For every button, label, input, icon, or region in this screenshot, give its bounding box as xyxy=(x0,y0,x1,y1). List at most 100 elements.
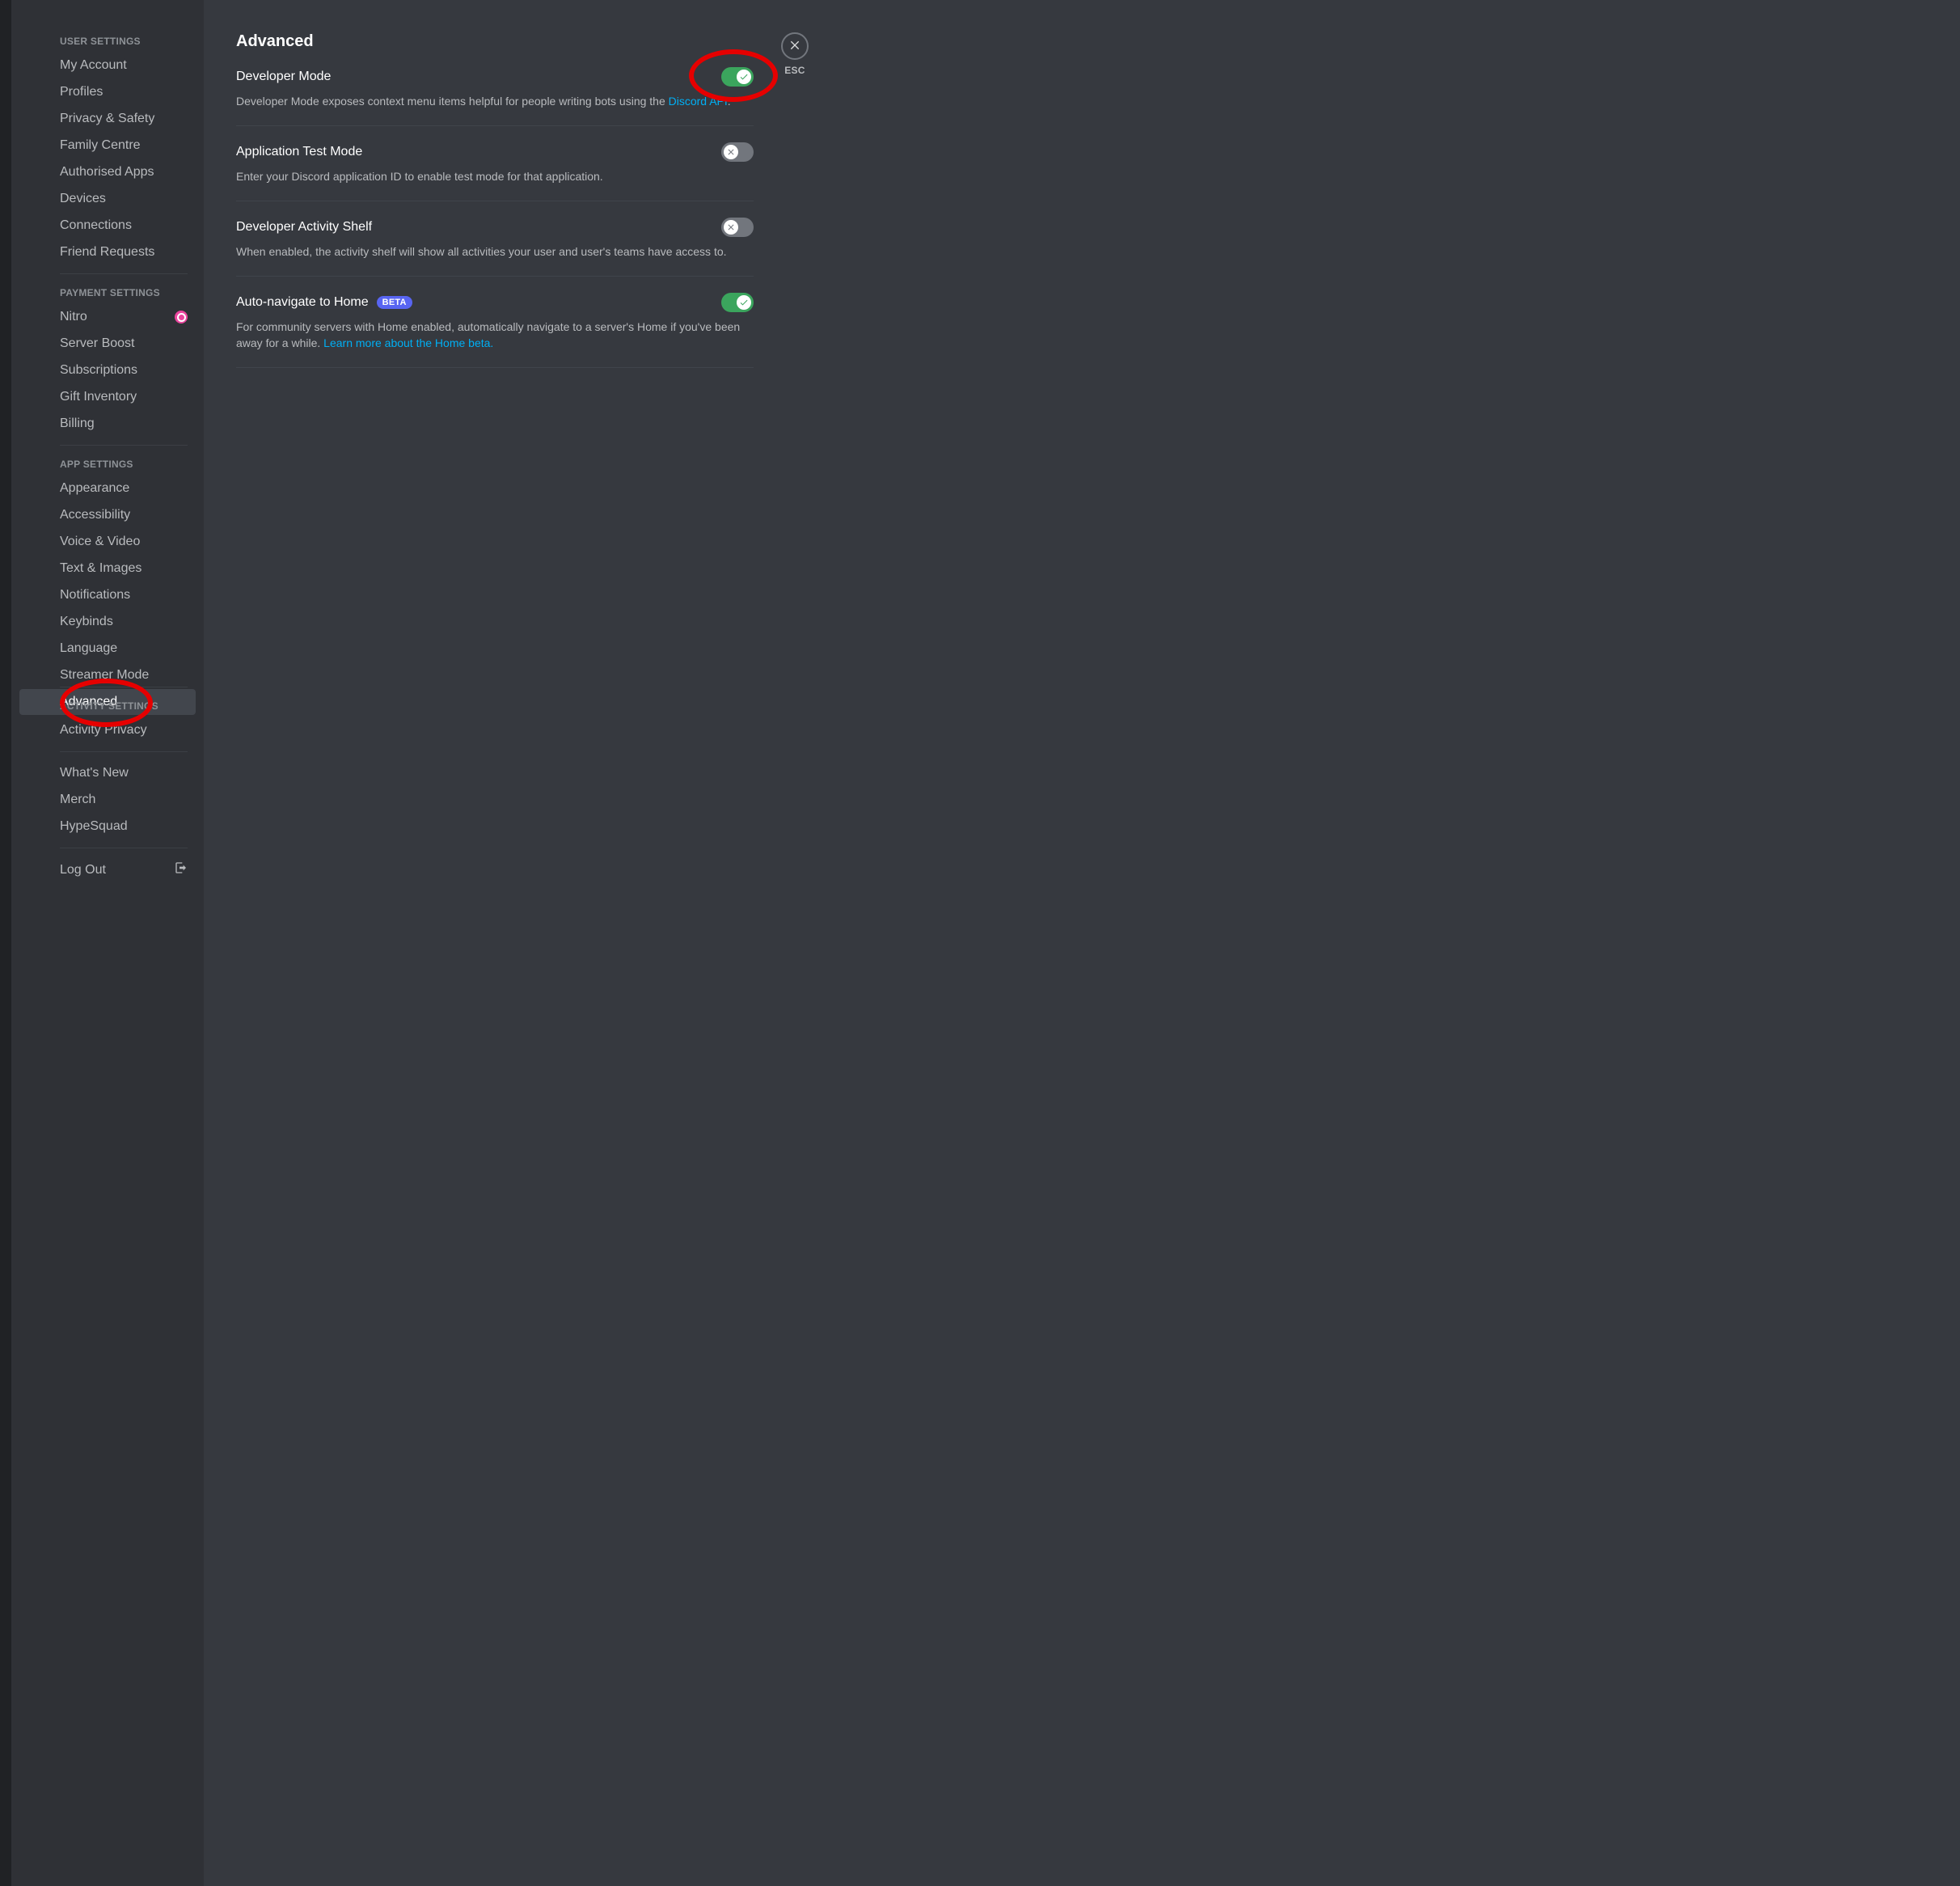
sidebar-item-text-images[interactable]: Text & Images xyxy=(19,556,196,581)
setting-row: Application Test Mode xyxy=(236,142,754,162)
sidebar-item-label: Subscriptions xyxy=(60,362,137,378)
setting-desc-link[interactable]: Learn more about the Home beta. xyxy=(323,336,493,349)
setting-label: Auto-navigate to Home BETA xyxy=(236,295,412,310)
sidebar-item-merch[interactable]: Merch xyxy=(19,787,196,813)
sidebar-item-billing[interactable]: Billing xyxy=(19,411,196,437)
sidebar-item-accessibility[interactable]: Accessibility xyxy=(19,502,196,528)
sidebar-item-language[interactable]: Language xyxy=(19,636,196,662)
toggle-thumb xyxy=(737,70,751,84)
sidebar-item-privacy-safety[interactable]: Privacy & Safety xyxy=(19,106,196,132)
setting-app_test_mode: Application Test Mode Enter your Discord … xyxy=(236,142,754,201)
sidebar-item-log-out[interactable]: Log Out xyxy=(19,856,196,884)
sidebar-item-label: Profiles xyxy=(60,84,103,100)
sidebar-divider xyxy=(60,445,188,446)
sidebar-item-subscriptions[interactable]: Subscriptions xyxy=(19,357,196,383)
esc-label: ESC xyxy=(781,65,809,76)
sidebar-section-header: USER SETTINGS xyxy=(19,31,196,52)
setting-label-text: Application Test Mode xyxy=(236,145,362,159)
setting-description: When enabled, the activity shelf will sh… xyxy=(236,243,754,260)
sidebar-item-label: Accessibility xyxy=(60,507,130,523)
toggle-thumb xyxy=(737,295,751,310)
setting-desc-link[interactable]: Discord API xyxy=(669,95,728,108)
sidebar-item-authorised-apps[interactable]: Authorised Apps xyxy=(19,159,196,185)
close-button[interactable] xyxy=(781,32,809,60)
sidebar-item-label: Server Boost xyxy=(60,336,134,352)
setting-developer_mode: Developer Mode Developer Mode exposes con… xyxy=(236,67,754,126)
setting-desc-text: . xyxy=(728,95,731,108)
toggle-auto_navigate_home[interactable] xyxy=(721,293,754,312)
sidebar-item-label: Merch xyxy=(60,792,95,808)
sidebar-item-my-account[interactable]: My Account xyxy=(19,53,196,78)
sidebar-item-devices[interactable]: Devices xyxy=(19,186,196,212)
check-icon xyxy=(739,72,749,82)
sidebar-item-label: Privacy & Safety xyxy=(60,111,154,127)
sidebar-item-connections[interactable]: Connections xyxy=(19,213,196,239)
sidebar-item-label: What's New xyxy=(60,765,129,781)
sidebar-item-what-s-new[interactable]: What's New xyxy=(19,760,196,786)
sidebar-item-server-boost[interactable]: Server Boost xyxy=(19,331,196,357)
sidebar-divider xyxy=(60,273,188,274)
sidebar-section-header: APP SETTINGS xyxy=(19,454,196,475)
sidebar-item-label: Family Centre xyxy=(60,137,141,154)
beta-badge: BETA xyxy=(377,296,412,309)
sidebar-item-voice-video[interactable]: Voice & Video xyxy=(19,529,196,555)
sidebar-item-label: Notifications xyxy=(60,587,130,603)
sidebar-item-profiles[interactable]: Profiles xyxy=(19,79,196,105)
sidebar-item-notifications[interactable]: Notifications xyxy=(19,582,196,608)
setting-label: Developer Mode xyxy=(236,70,331,84)
x-icon xyxy=(726,222,736,232)
sidebar-item-appearance[interactable]: Appearance xyxy=(19,476,196,501)
settings-content: Advanced Developer Mode Developer Mode ex… xyxy=(236,32,754,1854)
sidebar-item-label: Gift Inventory xyxy=(60,389,137,405)
close-icon xyxy=(788,38,801,55)
setting-label-text: Developer Activity Shelf xyxy=(236,220,372,235)
sidebar-item-friend-requests[interactable]: Friend Requests xyxy=(19,239,196,265)
sidebar-item-streamer-mode[interactable]: Streamer Mode xyxy=(19,662,196,688)
sidebar-item-label: Language xyxy=(60,641,117,657)
setting-row: Auto-navigate to Home BETA xyxy=(236,293,754,312)
nitro-icon xyxy=(175,311,188,323)
sidebar-item-activity-privacy[interactable]: Activity Privacy xyxy=(19,717,196,743)
sidebar-item-label: Authorised Apps xyxy=(60,164,154,180)
settings-sidebar: USER SETTINGS My Account Profiles Privacy &… xyxy=(0,0,204,1886)
setting-description: Developer Mode exposes context menu item… xyxy=(236,93,754,109)
sidebar-item-label: Billing xyxy=(60,416,95,432)
setting-auto_navigate_home: Auto-navigate to Home BETA For community s… xyxy=(236,293,754,368)
setting-row: Developer Activity Shelf xyxy=(236,218,754,237)
sidebar-item-label: Streamer Mode xyxy=(60,667,149,683)
setting-label: Application Test Mode xyxy=(236,145,362,159)
check-icon xyxy=(739,298,749,307)
sidebar-item-label: Activity Privacy xyxy=(60,722,147,738)
sidebar-item-label: Nitro xyxy=(60,309,87,325)
sidebar-item-gift-inventory[interactable]: Gift Inventory xyxy=(19,384,196,410)
page-title: Advanced xyxy=(236,32,754,51)
setting-label: Developer Activity Shelf xyxy=(236,220,372,235)
close-area: ESC xyxy=(781,32,809,1854)
toggle-developer_mode[interactable] xyxy=(721,67,754,87)
setting-label-text: Auto-navigate to Home xyxy=(236,295,369,310)
sidebar-item-label: HypeSquad xyxy=(60,818,128,835)
sidebar-item-label: Text & Images xyxy=(60,560,142,577)
setting-dev_activity_shelf: Developer Activity Shelf When enabled, th… xyxy=(236,218,754,277)
setting-row: Developer Mode xyxy=(236,67,754,87)
setting-desc-text: Enter your Discord application ID to ena… xyxy=(236,170,603,183)
toggle-thumb xyxy=(724,220,738,235)
sidebar-item-label: Voice & Video xyxy=(60,534,140,550)
sidebar-item-label: Appearance xyxy=(60,480,129,497)
sidebar-item-label: Log Out xyxy=(60,862,106,878)
toggle-thumb xyxy=(724,145,738,159)
sidebar-item-label: Devices xyxy=(60,191,106,207)
sidebar-item-keybinds[interactable]: Keybinds xyxy=(19,609,196,635)
setting-desc-text: When enabled, the activity shelf will sh… xyxy=(236,245,727,258)
sidebar-section-header: PAYMENT SETTINGS xyxy=(19,282,196,303)
setting-label-text: Developer Mode xyxy=(236,70,331,84)
logout-icon xyxy=(175,861,188,879)
setting-description: For community servers with Home enabled,… xyxy=(236,319,754,351)
sidebar-item-hypesquad[interactable]: HypeSquad xyxy=(19,814,196,839)
sidebar-item-family-centre[interactable]: Family Centre xyxy=(19,133,196,159)
sidebar-item-nitro[interactable]: Nitro xyxy=(19,304,196,330)
sidebar-item-label: Friend Requests xyxy=(60,244,154,260)
toggle-dev_activity_shelf[interactable] xyxy=(721,218,754,237)
toggle-app_test_mode[interactable] xyxy=(721,142,754,162)
sidebar-item-label: My Account xyxy=(60,57,127,74)
